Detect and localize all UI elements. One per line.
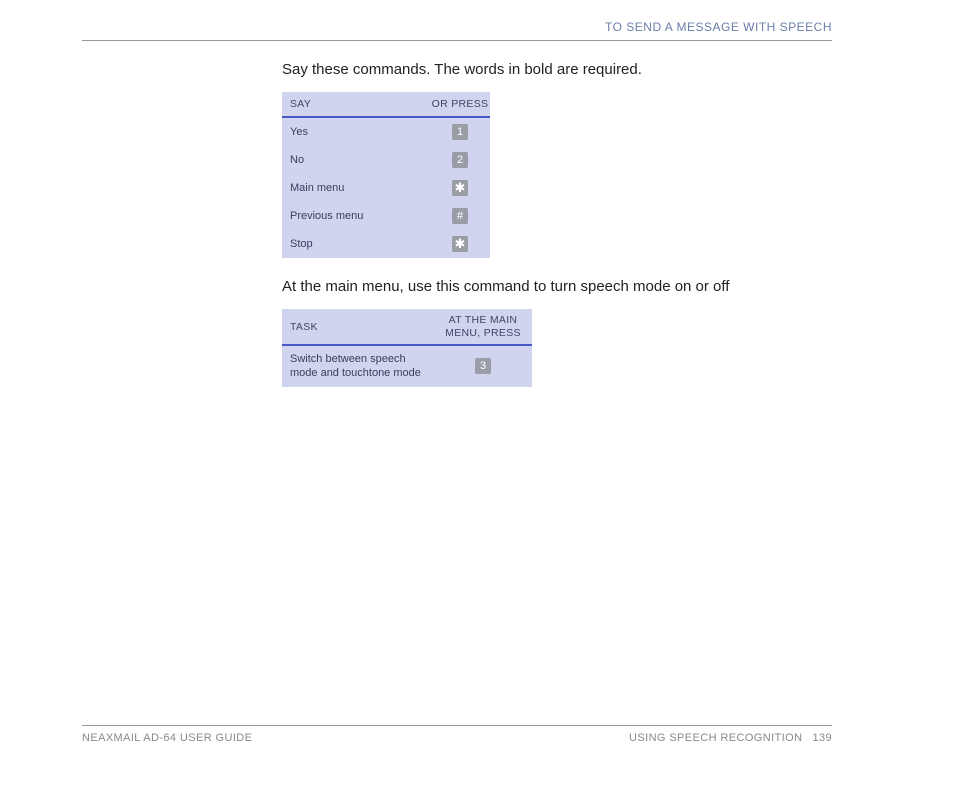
page-content: TO SEND A MESSAGE WITH SPEECH Say these … — [82, 20, 832, 387]
table-row: Switch between speech mode and touchtone… — [282, 345, 532, 387]
page-number: 139 — [812, 732, 832, 744]
intro-paragraph-2: At the main menu, use this command to tu… — [282, 276, 832, 297]
key-icon: 2 — [452, 152, 468, 168]
table-row: Yes 1 — [282, 117, 490, 146]
footer-row: NEAXMAIL AD-64 USER GUIDE USING SPEECH R… — [82, 732, 832, 744]
key-cell: 3 — [434, 345, 532, 387]
col-header-press-line1: AT THE MAIN — [449, 314, 518, 326]
table-header-row: SAY OR PRESS — [282, 92, 490, 117]
key-cell: 1 — [430, 117, 490, 146]
col-header-press-2: AT THE MAIN MENU, PRESS — [434, 309, 532, 345]
say-cell: Yes — [282, 117, 430, 146]
table-row: Previous menu # — [282, 202, 490, 230]
col-header-press: OR PRESS — [430, 92, 490, 117]
say-cell: Previous menu — [282, 202, 430, 230]
table-header-row: TASK AT THE MAIN MENU, PRESS — [282, 309, 532, 345]
key-icon: # — [452, 208, 468, 224]
footer-left: NEAXMAIL AD-64 USER GUIDE — [82, 732, 252, 744]
commands-table: SAY OR PRESS Yes 1 No 2 Main menu ✱ — [282, 92, 490, 258]
say-cell: Main menu — [282, 174, 430, 202]
key-cell: ✱ — [430, 230, 490, 258]
key-icon: 1 — [452, 124, 468, 140]
say-cell: No — [282, 146, 430, 174]
key-icon: 3 — [475, 358, 491, 374]
key-cell: # — [430, 202, 490, 230]
task-table: TASK AT THE MAIN MENU, PRESS Switch betw… — [282, 309, 532, 387]
footer-section-label: USING SPEECH RECOGNITION — [629, 732, 802, 744]
key-cell: ✱ — [430, 174, 490, 202]
say-cell: Stop — [282, 230, 430, 258]
col-header-say: SAY — [282, 92, 430, 117]
key-icon: ✱ — [452, 180, 468, 196]
col-header-task: TASK — [282, 309, 434, 345]
table-row: Main menu ✱ — [282, 174, 490, 202]
top-rule — [82, 40, 832, 41]
table-row: Stop ✱ — [282, 230, 490, 258]
header-section-title: TO SEND A MESSAGE WITH SPEECH — [82, 20, 832, 40]
table-row: No 2 — [282, 146, 490, 174]
task-cell: Switch between speech mode and touchtone… — [282, 345, 434, 387]
bottom-rule — [82, 725, 832, 726]
intro-paragraph-1: Say these commands. The words in bold ar… — [282, 59, 832, 80]
footer-right: USING SPEECH RECOGNITION 139 — [629, 732, 832, 744]
main-content: Say these commands. The words in bold ar… — [282, 59, 832, 387]
page-footer: NEAXMAIL AD-64 USER GUIDE USING SPEECH R… — [82, 725, 832, 744]
key-icon: ✱ — [452, 236, 468, 252]
col-header-press-line2: MENU, PRESS — [445, 327, 521, 339]
key-cell: 2 — [430, 146, 490, 174]
